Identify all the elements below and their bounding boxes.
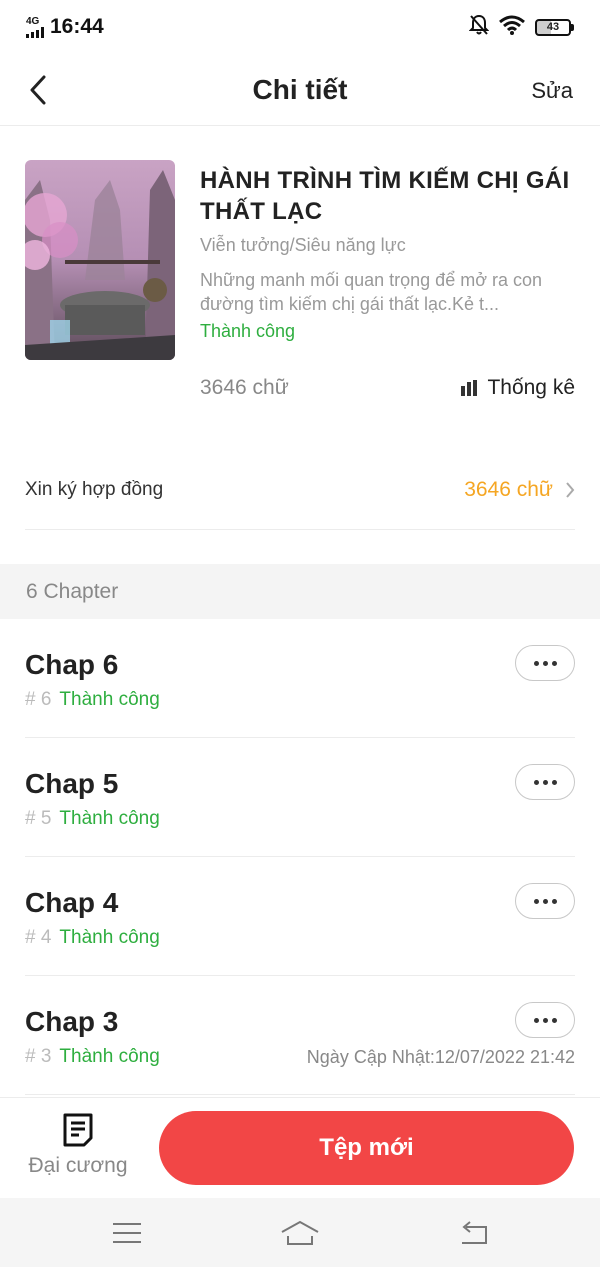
chevron-right-icon (566, 481, 575, 498)
signal-icon: 4G (26, 15, 44, 38)
chapter-row[interactable]: Chap 6 # 6 Thành công (25, 619, 575, 738)
contract-right: 3646 chữ (464, 478, 575, 502)
document-icon (63, 1113, 93, 1147)
chapter-row[interactable]: Chap 3 # 3 Thành công Ngày Cập Nhật:12/0… (25, 976, 575, 1095)
outline-label: Đại cương (28, 1154, 128, 1177)
chapter-number: # 5 (25, 808, 52, 829)
chapter-status: Thành công (59, 689, 160, 710)
book-description: Những manh mối quan trọng để mở ra con đ… (200, 270, 543, 314)
back-nav-button[interactable] (433, 1208, 513, 1258)
book-genre: Viễn tưởng/Siêu năng lực (200, 235, 406, 255)
status-left: 4G 16:44 (26, 15, 104, 39)
bar-chart-icon (461, 380, 478, 396)
stats-label: Thống kê (487, 376, 575, 399)
chapter-row[interactable]: Chap 4 # 4 Thành công (25, 857, 575, 976)
menu-button[interactable] (87, 1208, 167, 1258)
more-options-button[interactable] (515, 764, 575, 800)
contract-label: Xin ký hợp đồng (25, 478, 164, 500)
chapter-list: Chap 6 # 6 Thành công Chap 5 # 5 Thành c… (25, 619, 575, 1095)
book-title: HÀNH TRÌNH TÌM KIẾM CHỊ GÁI THẤT LẠC (200, 167, 570, 225)
battery-icon: 43 (535, 18, 574, 36)
book-status: Thành công (200, 321, 296, 341)
system-nav-bar (0, 1198, 600, 1267)
new-file-button[interactable]: Tệp mới (159, 1111, 574, 1185)
chapter-number: # 3 (25, 1046, 52, 1067)
chapter-status: Thành công (59, 927, 160, 948)
book-info: HÀNH TRÌNH TÌM KIẾM CHỊ GÁI THẤT LẠC Viễ… (200, 165, 580, 342)
home-icon (281, 1220, 319, 1245)
wifi-icon (499, 15, 525, 40)
more-options-button[interactable] (515, 1002, 575, 1038)
chapter-updated-date: Ngày Cập Nhật:12/07/2022 21:42 (306, 1047, 575, 1067)
chapter-meta: # 6 Thành công (25, 689, 160, 711)
outline-button[interactable]: Đại cương (18, 1112, 138, 1186)
chapter-meta: # 4 Thành công (25, 927, 160, 949)
page-title: Chi tiết (252, 74, 348, 105)
chapter-meta: # 5 Thành công (25, 808, 160, 830)
status-bar: 4G 16:44 43 (0, 0, 600, 54)
back-arrow-icon (462, 1220, 488, 1244)
chapter-status: Thành công (59, 808, 160, 829)
chapter-row[interactable]: Chap 5 # 5 Thành công (25, 738, 575, 857)
battery-level: 43 (546, 21, 560, 33)
status-right: 43 (468, 14, 574, 41)
bell-muted-icon (468, 14, 490, 41)
chapter-count-bar: 6 Chapter (0, 564, 600, 619)
chapter-title: Chap 4 (25, 887, 119, 918)
chapter-title: Chap 5 (25, 768, 119, 799)
chapter-status: Thành công (59, 1046, 160, 1067)
chapter-number: # 6 (25, 689, 52, 710)
stats-button[interactable]: Thống kê (460, 376, 575, 400)
contract-row[interactable]: Xin ký hợp đồng 3646 chữ (25, 450, 575, 530)
clock: 16:44 (50, 15, 104, 38)
chapter-count: 6 Chapter (26, 579, 119, 603)
action-bar: Đại cương Tệp mới (0, 1097, 600, 1198)
network-type: 4G (26, 15, 40, 27)
more-options-button[interactable] (515, 645, 575, 681)
chapter-number: # 4 (25, 927, 52, 948)
contract-value: 3646 chữ (464, 477, 553, 501)
chapter-title: Chap 3 (25, 1006, 119, 1037)
more-options-button[interactable] (515, 883, 575, 919)
edit-button[interactable]: Sửa (531, 78, 573, 104)
chapter-title: Chap 6 (25, 649, 119, 680)
header: Chi tiết Sửa (0, 54, 600, 126)
home-button[interactable] (260, 1208, 340, 1258)
book-word-count: 3646 chữ (200, 376, 289, 399)
chapter-meta: # 3 Thành công (25, 1046, 160, 1068)
book-cover[interactable] (25, 160, 175, 360)
menu-icon (112, 1222, 141, 1243)
